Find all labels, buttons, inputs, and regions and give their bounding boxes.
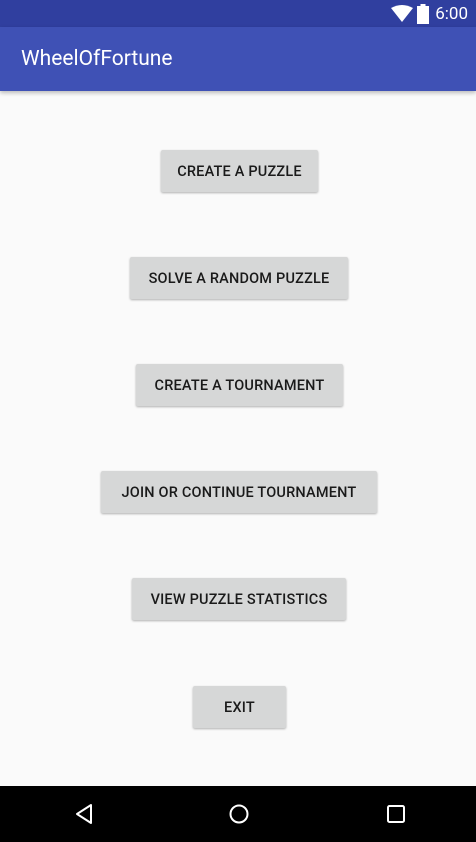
app-title: WheelOfFortune [21, 47, 173, 71]
solve-random-puzzle-button[interactable]: SOLVE A RANDOM PUZZLE [130, 257, 348, 299]
wifi-icon [391, 4, 414, 22]
create-tournament-button[interactable]: CREATE A TOURNAMENT [136, 364, 343, 406]
create-puzzle-button[interactable]: CREATE A PUZZLE [161, 150, 318, 192]
status-bar: 6:00 [0, 0, 476, 27]
status-icons: 6:00 [391, 0, 468, 27]
status-time: 6:00 [435, 3, 468, 24]
main-menu: CREATE A PUZZLE SOLVE A RANDOM PUZZLE CR… [0, 91, 476, 786]
exit-button[interactable]: EXIT [193, 686, 286, 728]
view-puzzle-statistics-button[interactable]: VIEW PUZZLE STATISTICS [132, 578, 346, 620]
back-icon[interactable] [72, 802, 96, 826]
home-icon[interactable] [227, 802, 251, 826]
navigation-bar [0, 786, 476, 842]
join-continue-tournament-button[interactable]: JOIN OR CONTINUE TOURNAMENT [101, 471, 377, 513]
app-bar: WheelOfFortune [0, 27, 476, 91]
battery-icon [417, 3, 430, 24]
recents-icon[interactable] [384, 802, 408, 826]
